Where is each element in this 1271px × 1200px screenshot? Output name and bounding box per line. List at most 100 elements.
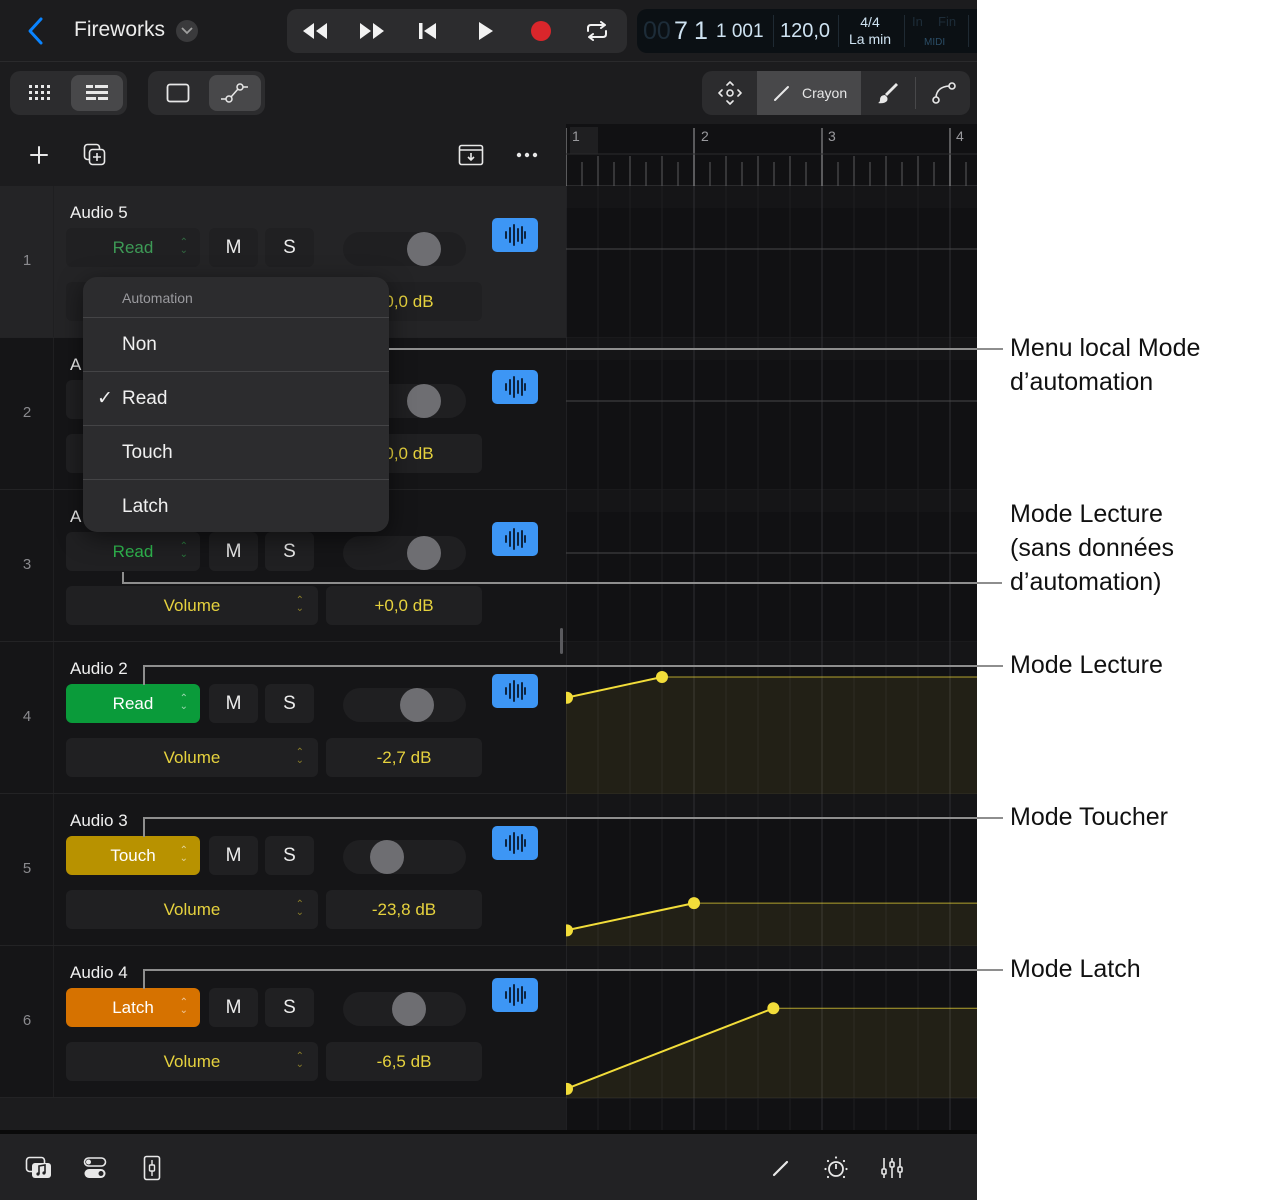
automation-mode-button[interactable]	[209, 75, 261, 111]
track-name[interactable]: A	[70, 355, 81, 375]
record-button[interactable]	[526, 16, 556, 46]
rewind-button[interactable]	[300, 16, 330, 46]
track-name[interactable]: Audio 4	[70, 963, 128, 983]
transport-controls	[287, 9, 627, 53]
checkmark-icon: ✓	[97, 388, 113, 409]
automation-point[interactable]	[656, 671, 668, 683]
fader-button[interactable]	[138, 1154, 166, 1182]
automation-mode-button[interactable]: Read ⌃⌄	[66, 228, 200, 267]
parameter-value[interactable]: +0,0 dB	[326, 586, 482, 625]
mixer-button[interactable]	[878, 1154, 906, 1182]
track-name[interactable]: Audio 2	[70, 659, 128, 679]
pencil-tool-button[interactable]: Crayon	[757, 71, 861, 115]
metronome-button[interactable]	[822, 1154, 850, 1182]
automation-parameter-selector[interactable]: Volume ⌃⌄	[66, 586, 318, 625]
audio-input-monitor-button[interactable]	[492, 674, 538, 708]
curve-tool-button[interactable]	[922, 75, 966, 111]
automation-mode-label: Latch	[112, 997, 154, 1017]
automation-fill	[566, 903, 977, 946]
project-title[interactable]: Fireworks	[74, 18, 165, 42]
solo-button[interactable]: S	[265, 836, 314, 875]
automation-point[interactable]	[767, 1002, 780, 1015]
play-icon	[479, 22, 493, 40]
play-button[interactable]	[470, 16, 500, 46]
audio-input-monitor-button[interactable]	[492, 218, 538, 252]
up-down-chevron-icon: ⌃⌄	[295, 595, 304, 614]
grid-view-button[interactable]	[14, 75, 66, 111]
automation-parameter-selector[interactable]: Volume ⌃⌄	[66, 1042, 318, 1081]
solo-button[interactable]: S	[265, 228, 314, 267]
track-number: 6	[22, 1012, 32, 1029]
add-track-button[interactable]	[26, 142, 52, 168]
duplicate-track-button[interactable]	[82, 142, 108, 168]
automation-mode-button[interactable]: Touch ⌃ ⌄	[66, 836, 200, 875]
audio-input-monitor-button[interactable]	[492, 522, 538, 556]
callout-touch: Mode Toucher	[1010, 803, 1168, 831]
audio-input-monitor-button[interactable]	[492, 978, 538, 1012]
move-tool-button[interactable]	[708, 75, 752, 111]
chevron-left-icon	[28, 17, 43, 45]
pan-slider[interactable]	[343, 840, 466, 874]
menu-item-latch[interactable]: Latch	[83, 479, 389, 532]
mute-button[interactable]: M	[209, 836, 258, 875]
import-button[interactable]	[458, 142, 484, 168]
automation-point[interactable]	[688, 897, 700, 910]
mute-button[interactable]: M	[209, 988, 258, 1027]
track-name[interactable]: Audio 3	[70, 811, 128, 831]
cycle-button[interactable]	[582, 16, 612, 46]
menu-item-touch[interactable]: Touch	[83, 425, 389, 479]
automation-mode-button[interactable]: Read ⌃⌄	[66, 684, 200, 723]
automation-mode-button[interactable]: Latch ⌃ ⌄	[66, 988, 200, 1027]
pan-slider[interactable]	[343, 992, 466, 1026]
back-button[interactable]	[22, 14, 50, 48]
lcd-display[interactable]: 00 7 1 1 001 120,0 4/4 La min In Fin MID…	[637, 9, 977, 53]
project-menu-button[interactable]	[176, 20, 198, 42]
go-to-start-button[interactable]	[413, 16, 443, 46]
more-options-button[interactable]	[514, 142, 540, 168]
automation-mode-button[interactable]: Read ⌃⌄	[66, 532, 200, 571]
browser-button[interactable]	[25, 1154, 53, 1182]
audio-input-monitor-button[interactable]	[492, 826, 538, 860]
brush-tool-button[interactable]	[866, 75, 910, 111]
slider-knob[interactable]	[400, 688, 434, 722]
slider-knob[interactable]	[407, 232, 441, 266]
automation-parameter-selector[interactable]: Volume ⌃⌄	[66, 738, 318, 777]
solo-button[interactable]: S	[265, 988, 314, 1027]
pan-slider[interactable]	[343, 688, 466, 722]
controls-button[interactable]	[81, 1154, 109, 1182]
automation-parameter-selector[interactable]: Volume ⌃⌄	[66, 890, 318, 929]
pan-slider[interactable]	[343, 536, 466, 570]
parameter-value[interactable]: -6,5 dB	[326, 1042, 482, 1081]
timeline-ruler[interactable]: 1 2 3 4	[566, 124, 977, 186]
slider-knob[interactable]	[407, 536, 441, 570]
audio-input-monitor-button[interactable]	[492, 370, 538, 404]
mute-button[interactable]: M	[209, 532, 258, 571]
slider-knob[interactable]	[392, 992, 426, 1026]
up-down-chevron-icon: ⌃⌄	[295, 1051, 304, 1070]
lcd-divider	[838, 15, 839, 47]
region-mode-button[interactable]	[152, 75, 204, 111]
mute-button[interactable]: M	[209, 228, 258, 267]
arrange-area[interactable]: 1 2 3 4	[560, 124, 977, 1130]
solo-button[interactable]: S	[265, 532, 314, 571]
tracks-view-button[interactable]	[71, 75, 123, 111]
track-name[interactable]: A	[70, 507, 81, 527]
pencil-button[interactable]	[767, 1154, 795, 1182]
lcd-divider	[968, 15, 969, 47]
parameter-value[interactable]: -2,7 dB	[326, 738, 482, 777]
slider-knob[interactable]	[370, 840, 404, 874]
track-name[interactable]: Audio 5	[70, 203, 128, 223]
parameter-value[interactable]: -23,8 dB	[326, 890, 482, 929]
menu-item-non[interactable]: Non	[83, 317, 389, 371]
pan-slider[interactable]	[343, 232, 466, 266]
fast-forward-button[interactable]	[357, 16, 387, 46]
solo-button[interactable]: S	[265, 684, 314, 723]
square-icon	[166, 83, 190, 103]
mute-button[interactable]: M	[209, 684, 258, 723]
vertical-scrollbar[interactable]	[560, 628, 563, 654]
callout-read-no-data: Mode Lecture (sans données d’automation)	[1010, 500, 1175, 596]
menu-item-read[interactable]: ✓ Read	[83, 371, 389, 425]
callout-leader-line	[389, 348, 1003, 350]
lane-header-band	[566, 642, 977, 664]
slider-knob[interactable]	[407, 384, 441, 418]
